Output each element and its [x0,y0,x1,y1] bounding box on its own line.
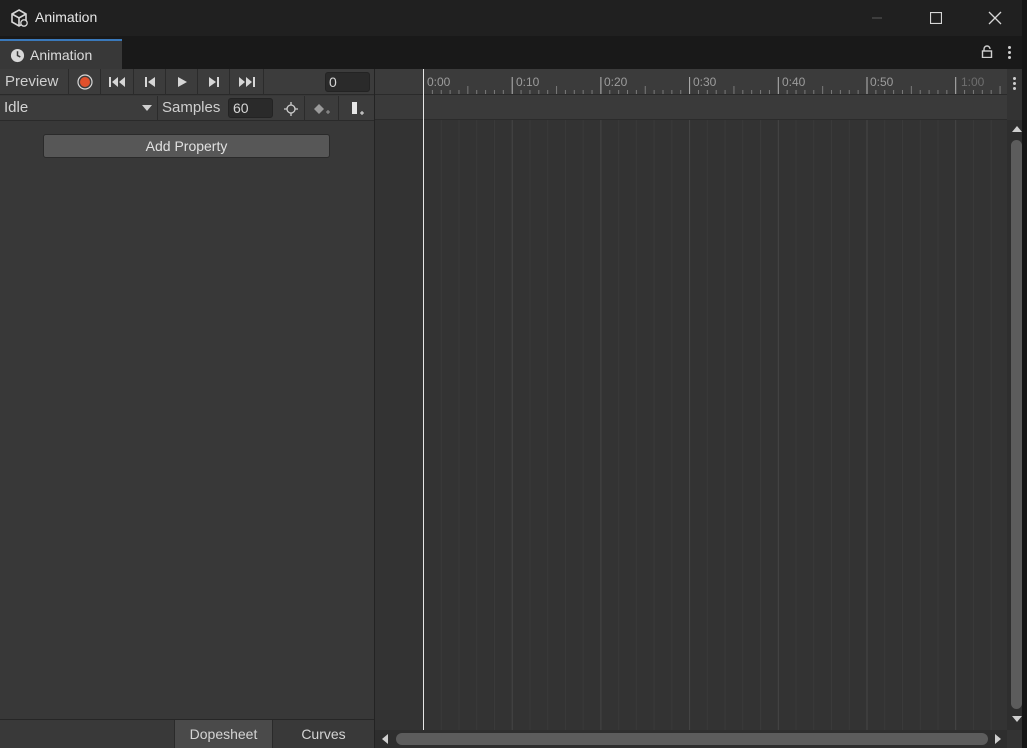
add-event-button[interactable] [339,96,374,121]
samples-label: Samples [162,99,221,116]
preview-toggle[interactable]: Preview [5,73,58,90]
first-key-button[interactable] [101,69,133,95]
maximize-icon [930,12,942,24]
horizontal-scroll-thumb[interactable] [396,733,988,745]
record-icon [76,74,93,90]
filter-by-selection-button[interactable] [277,96,304,121]
add-event-icon [351,101,364,115]
last-key-button[interactable] [230,69,263,95]
window-title: Animation [35,9,98,25]
prev-key-icon [144,77,155,87]
tab-animation[interactable]: Animation [0,39,122,69]
next-key-icon [208,77,219,87]
tab-curves[interactable]: Curves [273,720,374,748]
clock-icon [10,48,25,62]
tab-strip: Animation [0,36,1027,69]
prev-key-button[interactable] [134,69,165,95]
chevron-down-icon [142,105,152,111]
maximize-button[interactable] [907,0,965,36]
scroll-right-icon[interactable] [995,734,1001,744]
horizontal-scrollbar[interactable] [375,730,1007,748]
play-button[interactable] [166,69,197,95]
unity-cube-icon [11,9,28,27]
clip-toolbar: Idle Samples 60 [0,96,374,121]
record-button[interactable] [69,69,100,95]
play-icon [177,77,187,87]
view-mode-bar: Dopesheet Curves [0,719,374,748]
timeline-menu-icon[interactable] [1013,77,1017,92]
timeline-area[interactable]: 0:00 0:10 0:20 0:30 0:40 0:50 1:00 [375,69,1027,748]
samples-input[interactable]: 60 [228,98,273,118]
window-edge [1022,0,1027,748]
clip-dropdown[interactable]: Idle [0,96,156,120]
separator [157,96,158,121]
minimize-icon [872,17,882,19]
property-panel: Preview 0 Idle Samples 60 Add Property D… [0,69,374,748]
playback-toolbar: Preview 0 [0,69,374,95]
scroll-down-icon[interactable] [1012,716,1022,722]
tab-label: Animation [30,47,93,63]
scroll-up-icon[interactable] [1012,126,1022,132]
add-keyframe-icon [313,103,330,114]
vertical-scroll-thumb[interactable] [1011,140,1022,709]
window-titlebar: Animation [0,0,1027,36]
next-key-button[interactable] [198,69,229,95]
clip-name: Idle [4,99,29,116]
close-icon [988,11,1002,25]
close-button[interactable] [966,0,1024,36]
timeline-grid [423,69,1001,730]
separator [263,69,264,95]
add-keyframe-button[interactable] [305,96,338,121]
window-menu-icon[interactable] [1008,46,1012,61]
frame-input[interactable]: 0 [325,72,370,92]
tab-dopesheet[interactable]: Dopesheet [174,720,273,748]
filter-by-selection-icon [283,101,298,116]
first-key-icon [109,77,125,87]
add-property-button[interactable]: Add Property [43,134,330,158]
scroll-left-icon[interactable] [382,734,388,744]
lock-icon[interactable] [981,45,993,58]
minimize-button[interactable] [848,0,906,36]
last-key-icon [238,77,255,87]
